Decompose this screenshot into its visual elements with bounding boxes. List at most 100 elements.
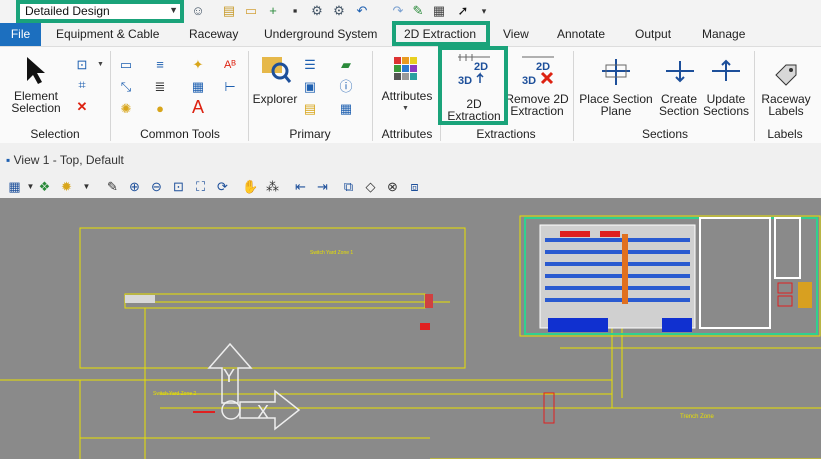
next-view-icon[interactable]: ⇥: [314, 178, 331, 195]
select-options-icon[interactable]: ⊡: [74, 57, 90, 73]
axis-triad: [207, 342, 301, 431]
element-selection-button[interactable]: [24, 55, 48, 85]
tab-view[interactable]: View: [503, 27, 529, 41]
rotate-view-icon[interactable]: ⟳: [214, 178, 231, 195]
group-sections: Sections: [641, 127, 689, 141]
workflow-value: Detailed Design: [25, 4, 110, 18]
palette-icon[interactable]: ●: [152, 101, 168, 117]
save-icon[interactable]: ▪: [287, 3, 303, 19]
update-sections-label: Update Sections: [702, 92, 750, 118]
text-icon[interactable]: A: [190, 98, 206, 116]
new-file-icon[interactable]: +: [265, 3, 281, 19]
tab-manage[interactable]: Manage: [702, 27, 745, 41]
clip-volume-icon[interactable]: ◇: [362, 178, 379, 195]
zoom-out-icon[interactable]: ⊖: [148, 178, 165, 195]
2d-extraction-button[interactable]: 2D 3D: [456, 53, 492, 87]
saved-views-icon[interactable]: ▰: [338, 57, 354, 73]
tab-equipment-cable[interactable]: Equipment & Cable: [56, 27, 159, 41]
place-section-plane-button[interactable]: [602, 59, 630, 85]
arrow-cursor-icon: [27, 57, 45, 84]
raceway-labels-label: Raceway Labels: [761, 92, 811, 118]
pin-icon[interactable]: ✎: [410, 3, 426, 19]
clear-selection-icon[interactable]: ✕: [74, 99, 90, 115]
view-attributes-icon[interactable]: ▦: [6, 178, 23, 195]
section-plane-icon: [602, 59, 630, 85]
drawing-canvas[interactable]: Switch Yard Zone 1 Switch Yard Zone 2 Tr…: [0, 198, 821, 460]
explorer-button[interactable]: [260, 53, 292, 85]
group-selection: Selection: [30, 127, 80, 141]
redo-icon[interactable]: ↷: [390, 3, 406, 19]
dimension-icon[interactable]: ⊢: [222, 79, 238, 95]
compress-icon[interactable]: ⚙: [331, 3, 347, 19]
chevron-down-icon[interactable]: ▼: [97, 61, 104, 68]
zoom-in-icon[interactable]: ⊕: [126, 178, 143, 195]
group-primary: Primary: [289, 127, 331, 141]
workflow-dropdown[interactable]: Detailed Design ▼: [18, 1, 182, 21]
previous-view-icon[interactable]: ⇤: [292, 178, 309, 195]
table-icon[interactable]: ▦: [190, 79, 206, 95]
tab-2d-extraction[interactable]: 2D Extraction: [404, 27, 476, 41]
walk-icon[interactable]: ⁂: [264, 178, 281, 195]
drawing-svg: Switch Yard Zone 1 Switch Yard Zone 2 Tr…: [0, 215, 821, 460]
print-icon[interactable]: ▦: [431, 3, 447, 19]
folder-icon[interactable]: ▭: [243, 3, 259, 19]
select-area-icon[interactable]: ⌗: [74, 77, 90, 93]
group-extractions: Extractions: [476, 127, 536, 141]
label-trench-zone: Trench Zone: [680, 414, 714, 420]
create-section-button[interactable]: [666, 59, 694, 85]
tab-raceway[interactable]: Raceway: [189, 27, 238, 41]
open-folder-icon[interactable]: ▤: [221, 3, 237, 19]
icon-2d-text: 2D: [536, 61, 550, 73]
line-style-icon[interactable]: ≣: [152, 79, 168, 95]
key-in-icon[interactable]: ▦: [338, 101, 354, 117]
pan-view-icon[interactable]: ✋: [242, 178, 259, 195]
attributes-button[interactable]: [392, 55, 420, 83]
display-style-icon[interactable]: ❖: [36, 178, 53, 195]
ribbon: Element Selection ⊡ ▼ ⌗ ✕ Selection ▭ ⤡ …: [0, 46, 821, 145]
create-section-icon: [666, 61, 694, 83]
light-icon[interactable]: ✺: [118, 101, 134, 117]
update-sections-button[interactable]: [712, 59, 740, 85]
select-cursor-icon[interactable]: ➚: [455, 3, 471, 19]
fence-icon[interactable]: ⤡: [118, 79, 134, 95]
update-view-icon[interactable]: ✎: [104, 178, 121, 195]
text-style-icon[interactable]: Aᴮ: [222, 57, 238, 73]
info-icon[interactable]: ⓘ: [338, 79, 354, 95]
divider: [754, 51, 755, 141]
window-area-icon[interactable]: ⊡: [170, 178, 187, 195]
settings-icon[interactable]: ⚙: [309, 3, 325, 19]
divider: [573, 51, 574, 141]
remove-2d-extraction-button[interactable]: 2D 3D: [520, 53, 556, 87]
lighting-icon[interactable]: ✹: [58, 178, 75, 195]
clip-mask-icon[interactable]: ⧈: [406, 178, 423, 195]
quick-access-toolbar: Detailed Design ▼ ☺ ▤ ▭ + ▪ ⚙ ⚙ ↶ ↷ ✎ ▦ …: [0, 0, 821, 23]
chevron-down-icon[interactable]: ▼: [402, 105, 409, 112]
ribbon-tabs: File Equipment & Cable Raceway Undergrou…: [0, 23, 821, 46]
undo-icon[interactable]: ↶: [354, 3, 370, 19]
user-icon[interactable]: ☺: [190, 3, 206, 19]
more-icon[interactable]: ▾: [476, 3, 492, 19]
attributes-label: Attributes: [381, 89, 433, 103]
axis-x-label: X: [257, 402, 269, 422]
tab-file[interactable]: File: [0, 23, 41, 46]
chevron-down-icon[interactable]: ▼: [78, 178, 95, 195]
fit-view-icon[interactable]: ⛶: [192, 178, 209, 195]
label-switch-yard-zone-1: Switch Yard Zone 1: [310, 250, 353, 256]
group-attributes: Attributes: [381, 127, 433, 141]
tab-output[interactable]: Output: [635, 27, 671, 41]
view-icon: ▪: [6, 153, 11, 167]
models-icon[interactable]: ▣: [302, 79, 318, 95]
copy-view-icon[interactable]: ⧉: [340, 178, 357, 195]
references-icon[interactable]: ▤: [302, 101, 318, 117]
element-selection-label: Element Selection: [11, 89, 61, 115]
level-icon[interactable]: ≡: [152, 57, 168, 73]
clear-clip-icon[interactable]: ⊗: [384, 178, 401, 195]
tab-annotate[interactable]: Annotate: [557, 27, 605, 41]
raceway-labels-button[interactable]: [772, 61, 800, 87]
attributes-icon: [394, 57, 417, 80]
properties-icon[interactable]: ☰: [302, 57, 318, 73]
measure-icon[interactable]: ▭: [118, 57, 134, 73]
bulb-icon[interactable]: ✦: [190, 57, 206, 73]
tab-underground-system[interactable]: Underground System: [264, 27, 377, 41]
divider: [372, 51, 373, 141]
